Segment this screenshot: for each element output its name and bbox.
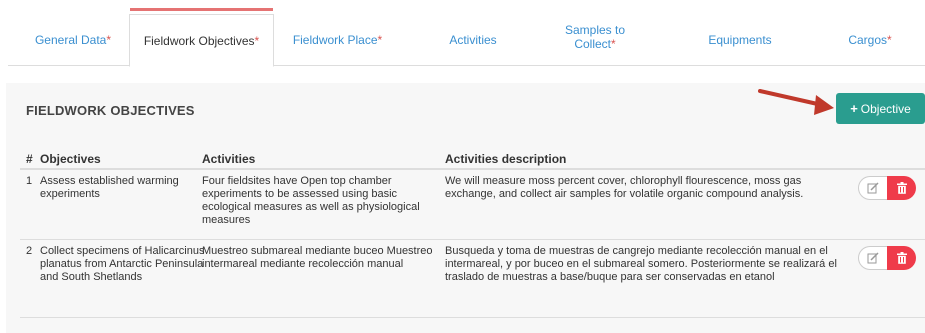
tab-cargos[interactable]: Cargos * [820, 14, 920, 66]
add-objective-button[interactable]: + Objective [836, 93, 925, 124]
delete-button[interactable] [887, 176, 916, 200]
row-actions [858, 246, 916, 270]
row-number: 2 [26, 245, 33, 257]
row-objective: Assess established warming experiments [40, 175, 179, 200]
trash-icon [896, 252, 907, 264]
table-row: 2 Collect specimens of Halicarcinus plan… [20, 240, 925, 318]
tab-general-data[interactable]: General Data * [18, 14, 128, 66]
tab-equipments[interactable]: Equipments [685, 14, 795, 66]
header-objectives: Objectives [40, 152, 101, 166]
row-description: We will measure moss percent cover, chlo… [445, 175, 804, 200]
table-row: 1 Assess established warming experiments… [20, 170, 925, 240]
row-actions [858, 176, 916, 200]
tab-fieldwork-place[interactable]: Fieldwork Place * [275, 14, 400, 66]
row-objective: Collect specimens of Halicarcinus planat… [40, 245, 205, 283]
edit-icon [867, 252, 879, 264]
row-activities: Muestreo submareal mediante buceo Muestr… [202, 245, 433, 270]
objectives-panel: FIELDWORK OBJECTIVES + Objective # Objec… [6, 83, 925, 333]
trash-icon [896, 182, 907, 194]
table-header: # Objectives Activities Activities descr… [20, 148, 925, 170]
header-num: # [26, 152, 33, 166]
tab-samples-to-collect[interactable]: Samples to Collect* [540, 8, 650, 66]
tab-fieldwork-objectives[interactable]: Fieldwork Objectives * [129, 14, 274, 67]
pointer-arrow-icon [758, 89, 834, 115]
section-title: FIELDWORK OBJECTIVES [26, 103, 195, 118]
header-activities: Activities [202, 152, 256, 166]
edit-icon [867, 182, 879, 194]
plus-icon: + [850, 101, 858, 116]
objectives-table: # Objectives Activities Activities descr… [20, 148, 925, 318]
delete-button[interactable] [887, 246, 916, 270]
edit-button[interactable] [858, 176, 887, 200]
edit-button[interactable] [858, 246, 887, 270]
tab-bar: General Data * Fieldwork Objectives * Fiel… [0, 0, 925, 67]
row-number: 1 [26, 175, 33, 187]
header-description: Activities description [445, 152, 567, 166]
row-activities: Four fieldsites have Open top chamber ex… [202, 175, 420, 226]
active-tab-indicator [130, 8, 273, 11]
tab-activities[interactable]: Activities [418, 14, 528, 66]
row-description: Busqueda y toma de muestras de cangrejo … [445, 245, 837, 283]
